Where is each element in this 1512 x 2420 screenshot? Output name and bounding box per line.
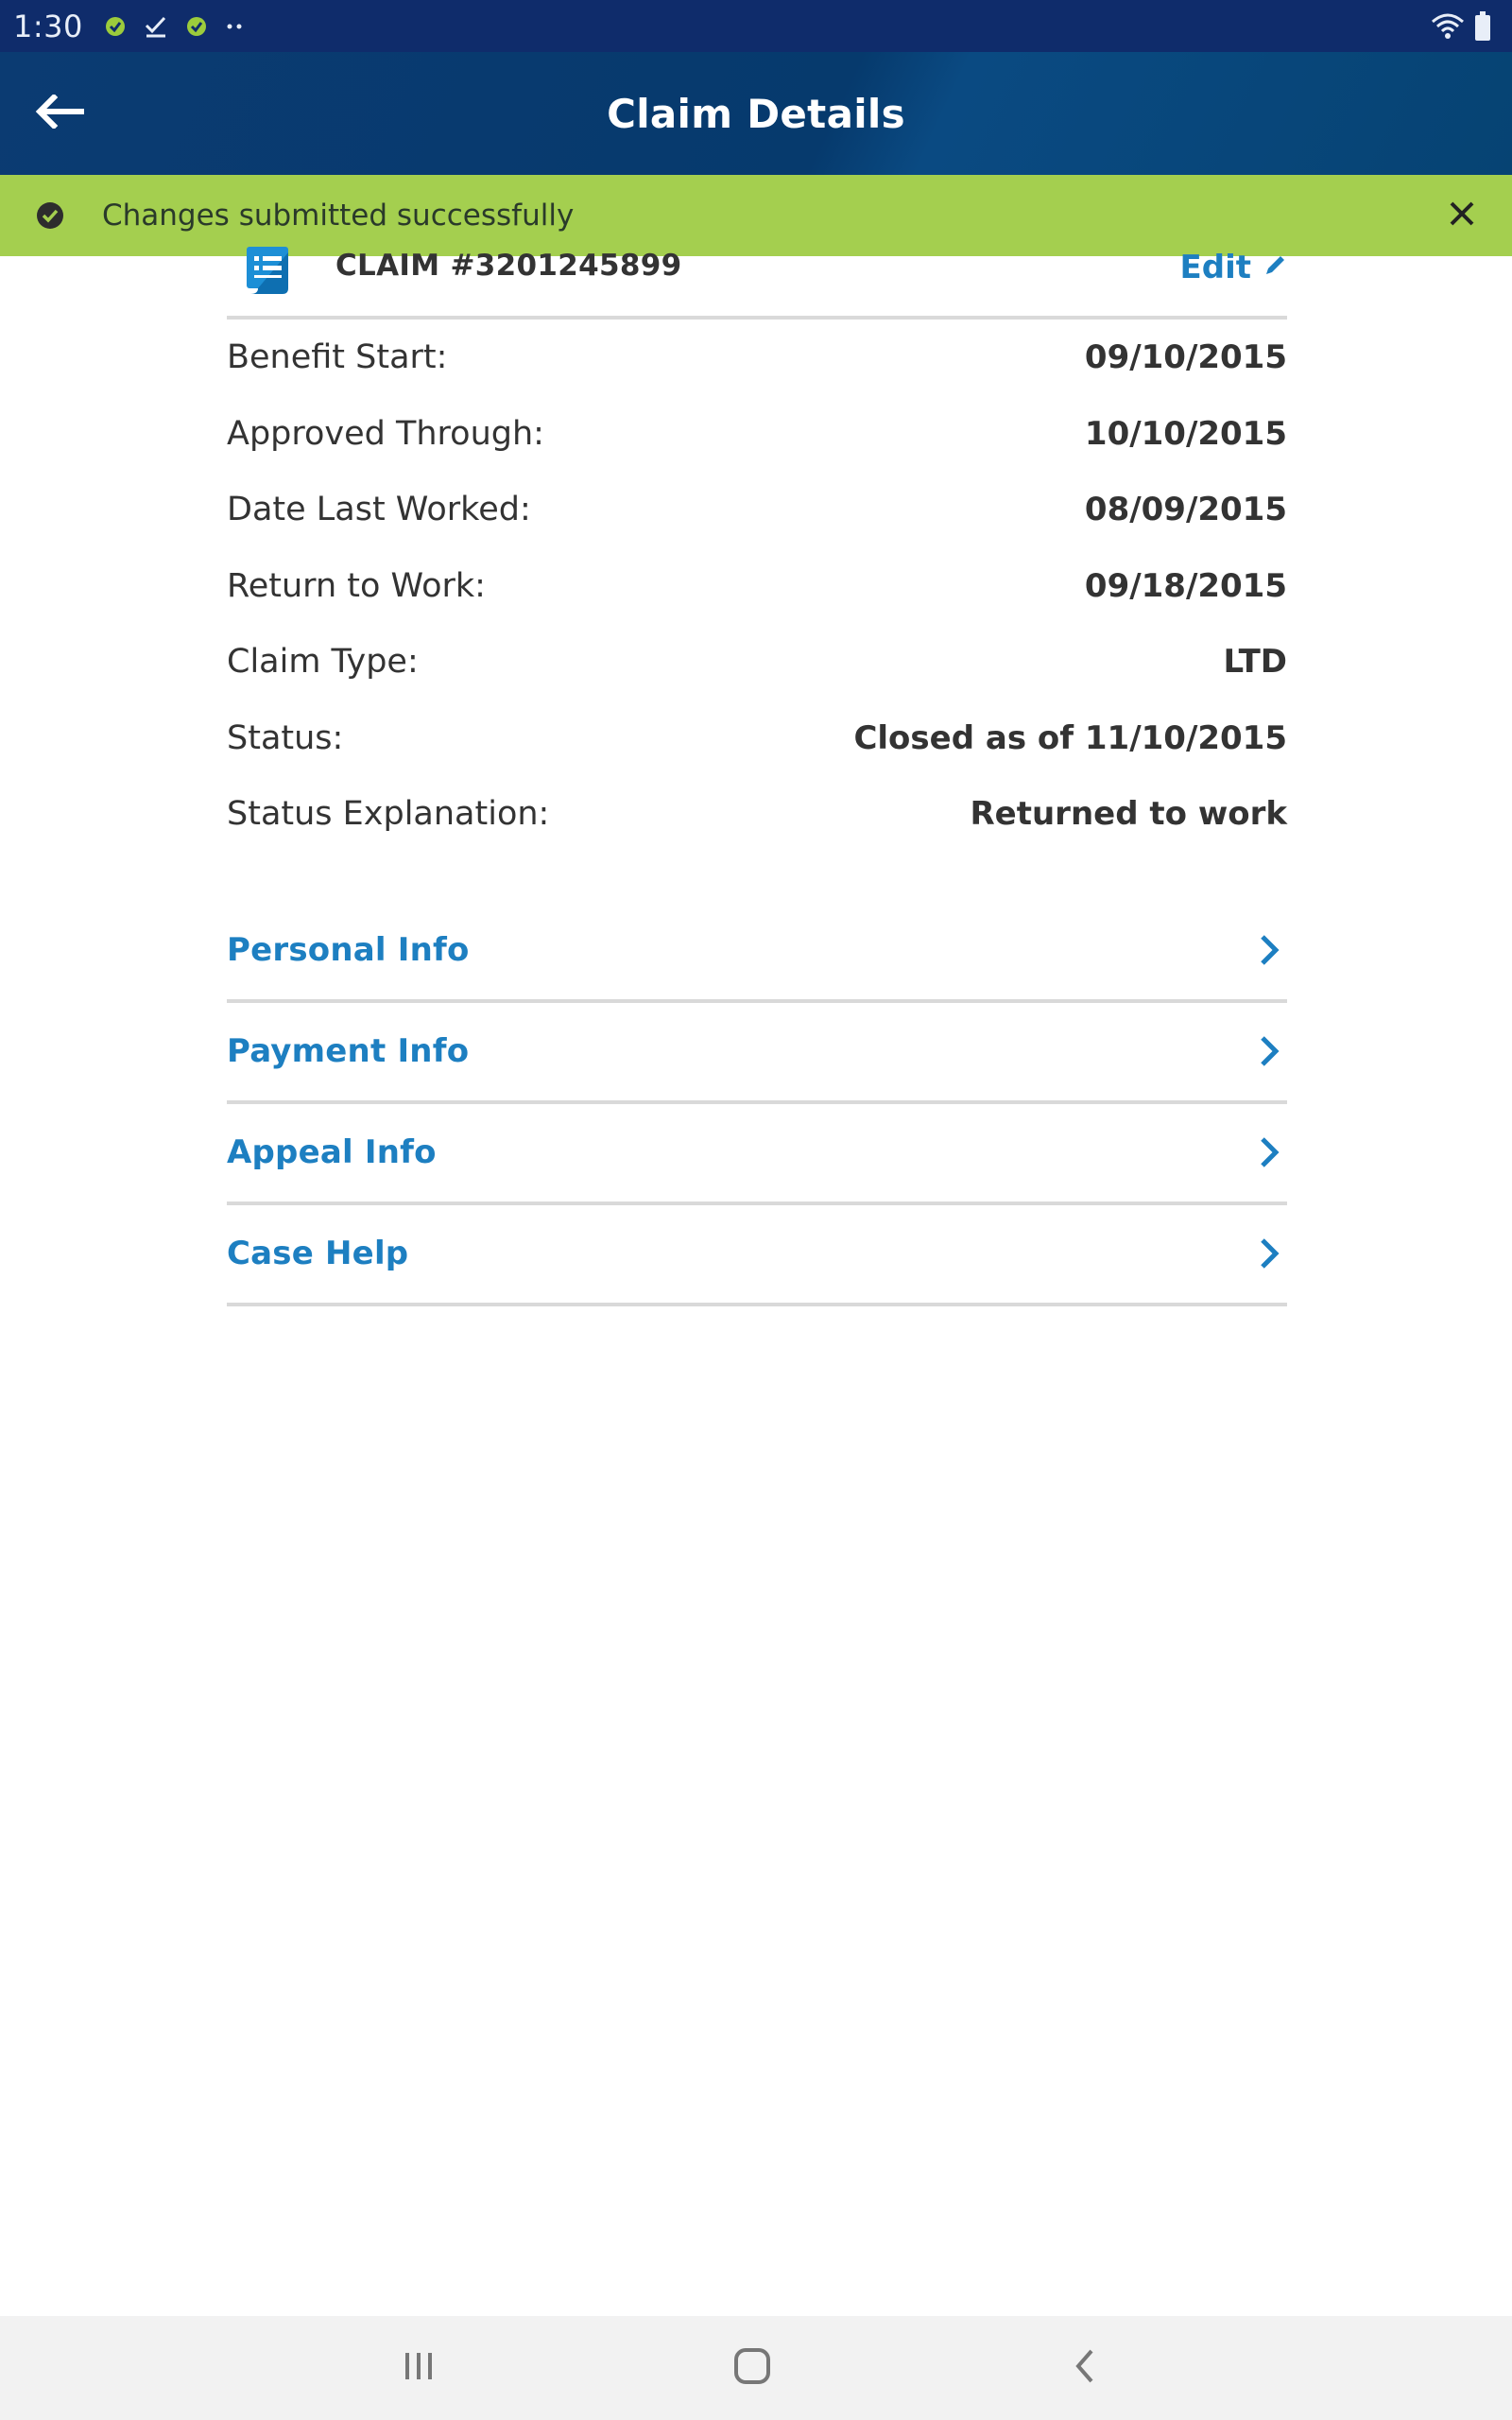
close-icon (1448, 199, 1476, 232)
chevron-right-icon (1255, 931, 1283, 969)
wifi-icon (1431, 12, 1465, 41)
claim-header: CLAIM #3201245899 Edit (227, 247, 1287, 320)
detail-row-status-explanation: Status Explanation: Returned to work (227, 776, 1287, 853)
screen: 1:30 Claim Details Changes submitted suc… (0, 0, 1512, 2420)
detail-label: Approved Through: (227, 414, 544, 453)
detail-row-benefit-start: Benefit Start: 09/10/2015 (227, 320, 1287, 396)
edit-label: Edit (1179, 249, 1251, 286)
status-time: 1:30 (13, 8, 83, 44)
app-notification-icon (185, 15, 208, 38)
banner-message: Changes submitted successfully (102, 199, 575, 233)
status-bar: 1:30 (0, 0, 1512, 52)
detail-label: Benefit Start: (227, 338, 448, 377)
detail-row-date-last-worked: Date Last Worked: 08/09/2015 (227, 472, 1287, 548)
system-nav-bar (0, 2316, 1512, 2420)
detail-value: LTD (1223, 643, 1287, 682)
chevron-right-icon (1255, 1235, 1283, 1272)
link-case-help[interactable]: Case Help (227, 1205, 1287, 1306)
nav-back-button[interactable] (1047, 2335, 1123, 2401)
home-button[interactable] (714, 2335, 790, 2401)
pencil-icon (1263, 253, 1287, 282)
link-label: Personal Info (227, 931, 470, 969)
detail-label: Status: (227, 718, 344, 757)
claim-number: CLAIM #3201245899 (335, 249, 682, 283)
claim-details-list: Benefit Start: 09/10/2015 Approved Throu… (227, 320, 1287, 853)
success-banner: Changes submitted successfully (0, 175, 1512, 256)
battery-icon (1474, 10, 1491, 42)
claim-content: CLAIM #3201245899 Edit Benefit Start: 09… (227, 247, 1287, 1306)
detail-value: 08/09/2015 (1084, 491, 1287, 529)
checkmark-icon (144, 14, 168, 39)
more-dots-icon (225, 22, 246, 31)
edit-button[interactable]: Edit (1180, 249, 1287, 286)
detail-label: Claim Type: (227, 643, 419, 682)
detail-row-status: Status: Closed as of 11/10/2015 (227, 700, 1287, 777)
chevron-right-icon (1255, 1133, 1283, 1171)
status-system-icons (1431, 0, 1491, 52)
link-label: Appeal Info (227, 1133, 437, 1171)
status-notification-icons (104, 14, 246, 39)
back-chevron-icon (1071, 2347, 1099, 2389)
chevron-right-icon (1255, 1032, 1283, 1070)
recent-apps-icon (400, 2349, 438, 2387)
detail-label: Return to Work: (227, 566, 486, 605)
arrow-left-icon (35, 93, 88, 132)
detail-label: Status Explanation: (227, 795, 550, 834)
document-icon (241, 247, 301, 296)
check-circle-icon (36, 201, 64, 230)
detail-value: 09/18/2015 (1084, 566, 1287, 605)
link-payment-info[interactable]: Payment Info (227, 1003, 1287, 1104)
link-personal-info[interactable]: Personal Info (227, 902, 1287, 1003)
home-icon (732, 2346, 772, 2390)
detail-value: Returned to work (970, 795, 1287, 834)
link-label: Case Help (227, 1235, 409, 1272)
app-bar: Claim Details (0, 52, 1512, 175)
detail-value: 09/10/2015 (1084, 338, 1287, 377)
detail-value: 10/10/2015 (1084, 414, 1287, 453)
claim-sections-list: Personal Info Payment Info Appeal Info C… (227, 902, 1287, 1306)
link-appeal-info[interactable]: Appeal Info (227, 1104, 1287, 1205)
detail-label: Date Last Worked: (227, 491, 531, 529)
detail-row-return-to-work: Return to Work: 09/18/2015 (227, 548, 1287, 625)
recent-apps-button[interactable] (381, 2335, 456, 2401)
banner-close-button[interactable] (1440, 194, 1484, 237)
page-title: Claim Details (607, 90, 905, 137)
detail-value: Closed as of 11/10/2015 (853, 718, 1287, 757)
detail-row-approved-through: Approved Through: 10/10/2015 (227, 396, 1287, 473)
back-button[interactable] (28, 85, 94, 142)
app-notification-icon (104, 15, 127, 38)
link-label: Payment Info (227, 1032, 470, 1070)
detail-row-claim-type: Claim Type: LTD (227, 624, 1287, 700)
